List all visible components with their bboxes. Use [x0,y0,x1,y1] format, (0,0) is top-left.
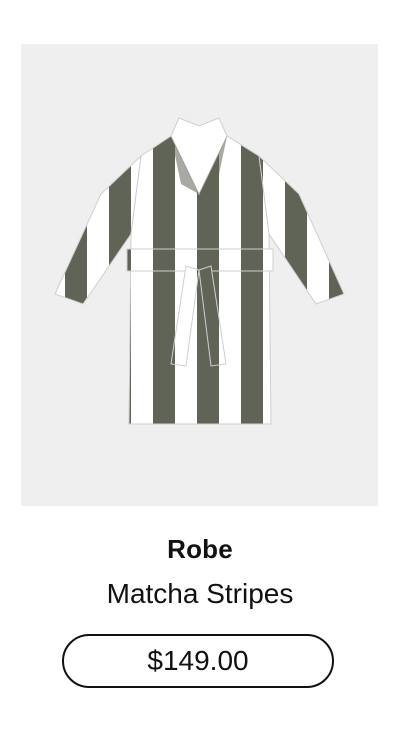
product-variant: Matcha Stripes [106,578,294,609]
product-card[interactable]: Robe Matcha Stripes $149.00 [0,0,400,734]
product-name: Robe [167,534,233,564]
product-image[interactable] [21,44,378,506]
price-button[interactable]: $149.00 [62,634,334,688]
striped-robe-image [54,117,345,425]
